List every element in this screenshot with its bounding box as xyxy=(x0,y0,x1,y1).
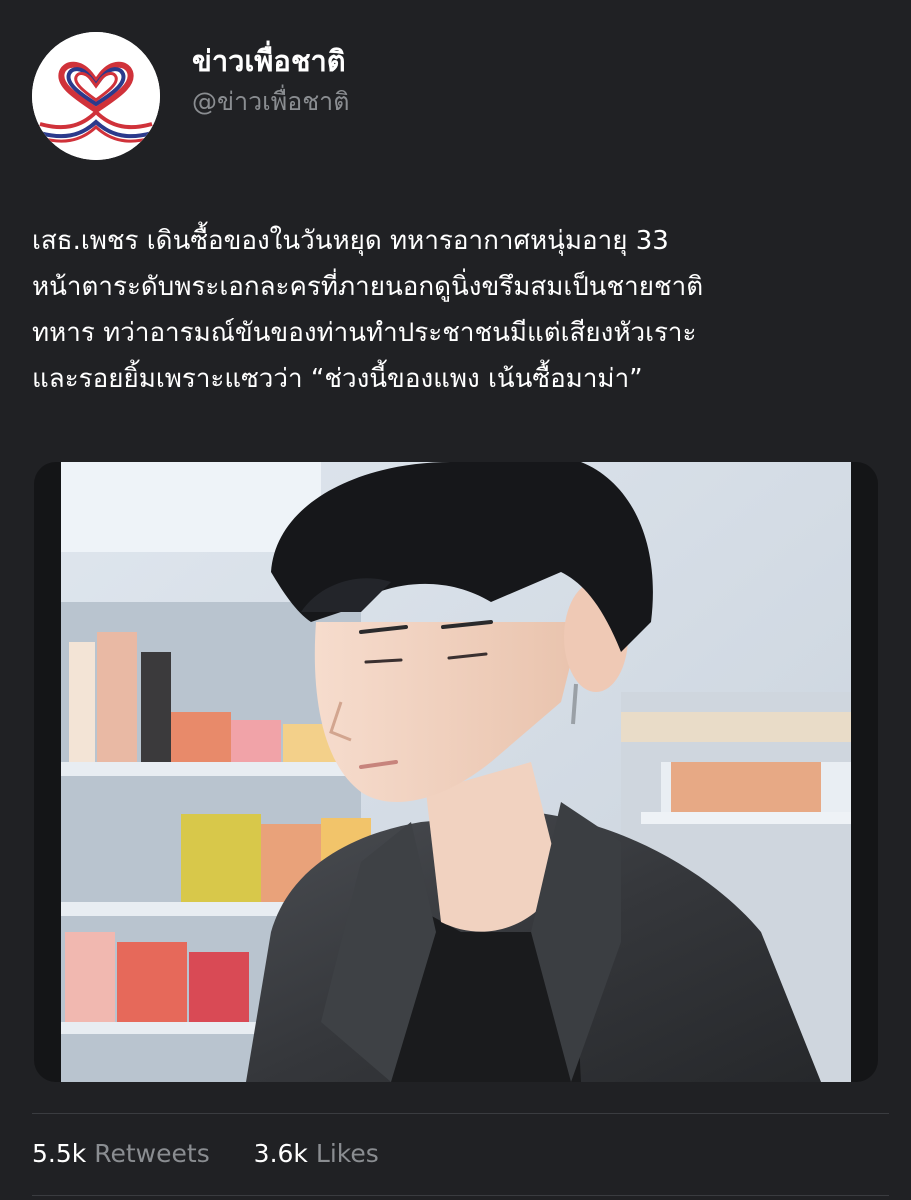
tweet-text-line: และรอยยิ้มเพราะแซวว่า “ช่วงนี้ของแพง เน้… xyxy=(32,364,643,394)
retweets-label: Retweets xyxy=(94,1139,210,1168)
likes-label: Likes xyxy=(315,1139,379,1168)
tweet-text-line: เสธ.เพชร เดินซื้อของในวันหยุด ทหารอากาศห… xyxy=(32,226,669,256)
tweet-photo xyxy=(61,462,851,1082)
tweet-text-line: ทหาร ทว่าอารมณ์ขันของท่านทำประชาชนมีแต่เ… xyxy=(32,318,697,348)
heart-ribbon-logo-icon xyxy=(32,32,160,160)
stats-divider-bottom xyxy=(32,1195,889,1196)
retweets-stat[interactable]: 5.5k Retweets xyxy=(32,1136,210,1172)
tweet-media[interactable] xyxy=(34,462,878,1082)
stats-divider-top xyxy=(32,1113,889,1114)
tweet-text: เสธ.เพชร เดินซื้อของในวันหยุด ทหารอากาศห… xyxy=(32,218,882,402)
tweet-stats: 5.5k Retweets 3.6k Likes xyxy=(32,1136,415,1172)
likes-stat[interactable]: 3.6k Likes xyxy=(254,1136,379,1172)
account-name-block: ข่าวเพื่อชาติ @ข่าวเพื่อชาติ xyxy=(192,42,349,120)
display-name[interactable]: ข่าวเพื่อชาติ xyxy=(192,42,349,80)
tweet-text-line: หน้าตาระดับพระเอกละครที่ภายนอกดูนิ่งขรึม… xyxy=(32,272,704,302)
avatar[interactable] xyxy=(32,32,160,160)
likes-count: 3.6k xyxy=(253,1139,308,1168)
tweet-header: ข่าวเพื่อชาติ @ข่าวเพื่อชาติ xyxy=(32,32,872,160)
retweets-count: 5.5k xyxy=(32,1139,87,1168)
account-handle[interactable]: @ข่าวเพื่อชาติ xyxy=(192,84,349,120)
